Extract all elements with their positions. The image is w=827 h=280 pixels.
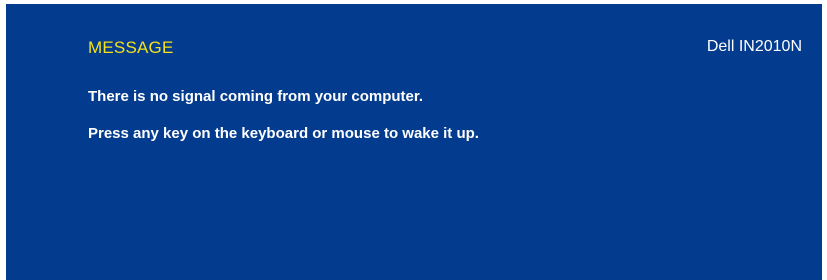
- no-signal-text: There is no signal coming from your comp…: [88, 88, 424, 105]
- osd-message-title: MESSAGE: [88, 38, 174, 57]
- wake-instruction-text: Press any key on the keyboard or mouse t…: [88, 125, 479, 142]
- no-signal-osd-panel: MESSAGE Dell IN2010N There is no signal …: [6, 4, 822, 280]
- monitor-model-label: Dell IN2010N: [706, 38, 802, 55]
